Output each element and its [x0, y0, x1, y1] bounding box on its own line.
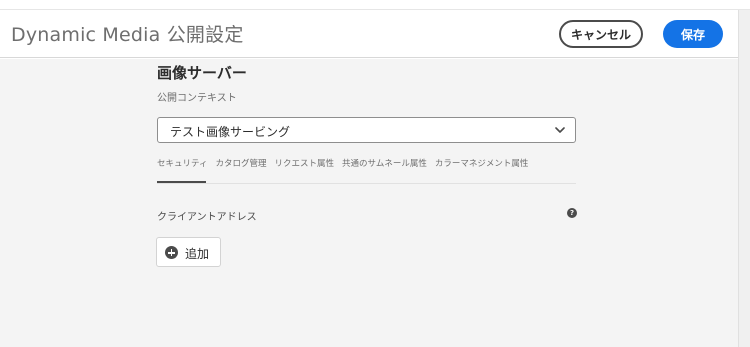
tab-request-attributes[interactable]: リクエスト属性 — [275, 157, 335, 173]
section-title: 画像サーバー — [157, 64, 247, 82]
tab-thumbnail-attributes[interactable]: 共通のサムネール属性 — [342, 157, 427, 173]
help-icon[interactable]: ? — [567, 208, 577, 218]
tab-color-management[interactable]: カラーマネジメント属性 — [435, 157, 529, 173]
page-scrollbar[interactable] — [738, 10, 750, 347]
client-address-label: クライアントアドレス — [157, 212, 257, 223]
tabs-divider — [157, 183, 576, 184]
publish-context-dropdown[interactable]: テスト画像サービング — [157, 117, 576, 143]
tab-security[interactable]: セキュリティ — [157, 157, 208, 173]
cancel-button[interactable]: キャンセル — [559, 20, 643, 48]
header-bar: Dynamic Media 公開設定 キャンセル 保存 — [0, 10, 738, 58]
chevron-down-icon — [555, 127, 565, 133]
main-content: 画像サーバー 公開コンテキスト テスト画像サービング セキュリティ カタログ管理… — [0, 59, 738, 347]
publish-context-value: テスト画像サービング — [170, 125, 291, 139]
add-button[interactable]: 追加 — [156, 237, 221, 267]
publish-context-label: 公開コンテキスト — [157, 93, 237, 104]
page-header-title: Dynamic Media 公開設定 — [11, 24, 244, 46]
save-button[interactable]: 保存 — [663, 20, 723, 48]
add-circle-icon — [165, 246, 178, 259]
add-button-label: 追加 — [185, 247, 210, 261]
settings-tabs: セキュリティ カタログ管理 リクエスト属性 共通のサムネール属性 カラーマネジメ… — [157, 157, 528, 173]
tab-catalog-management[interactable]: カタログ管理 — [216, 157, 267, 173]
window-top-strip — [0, 0, 750, 10]
